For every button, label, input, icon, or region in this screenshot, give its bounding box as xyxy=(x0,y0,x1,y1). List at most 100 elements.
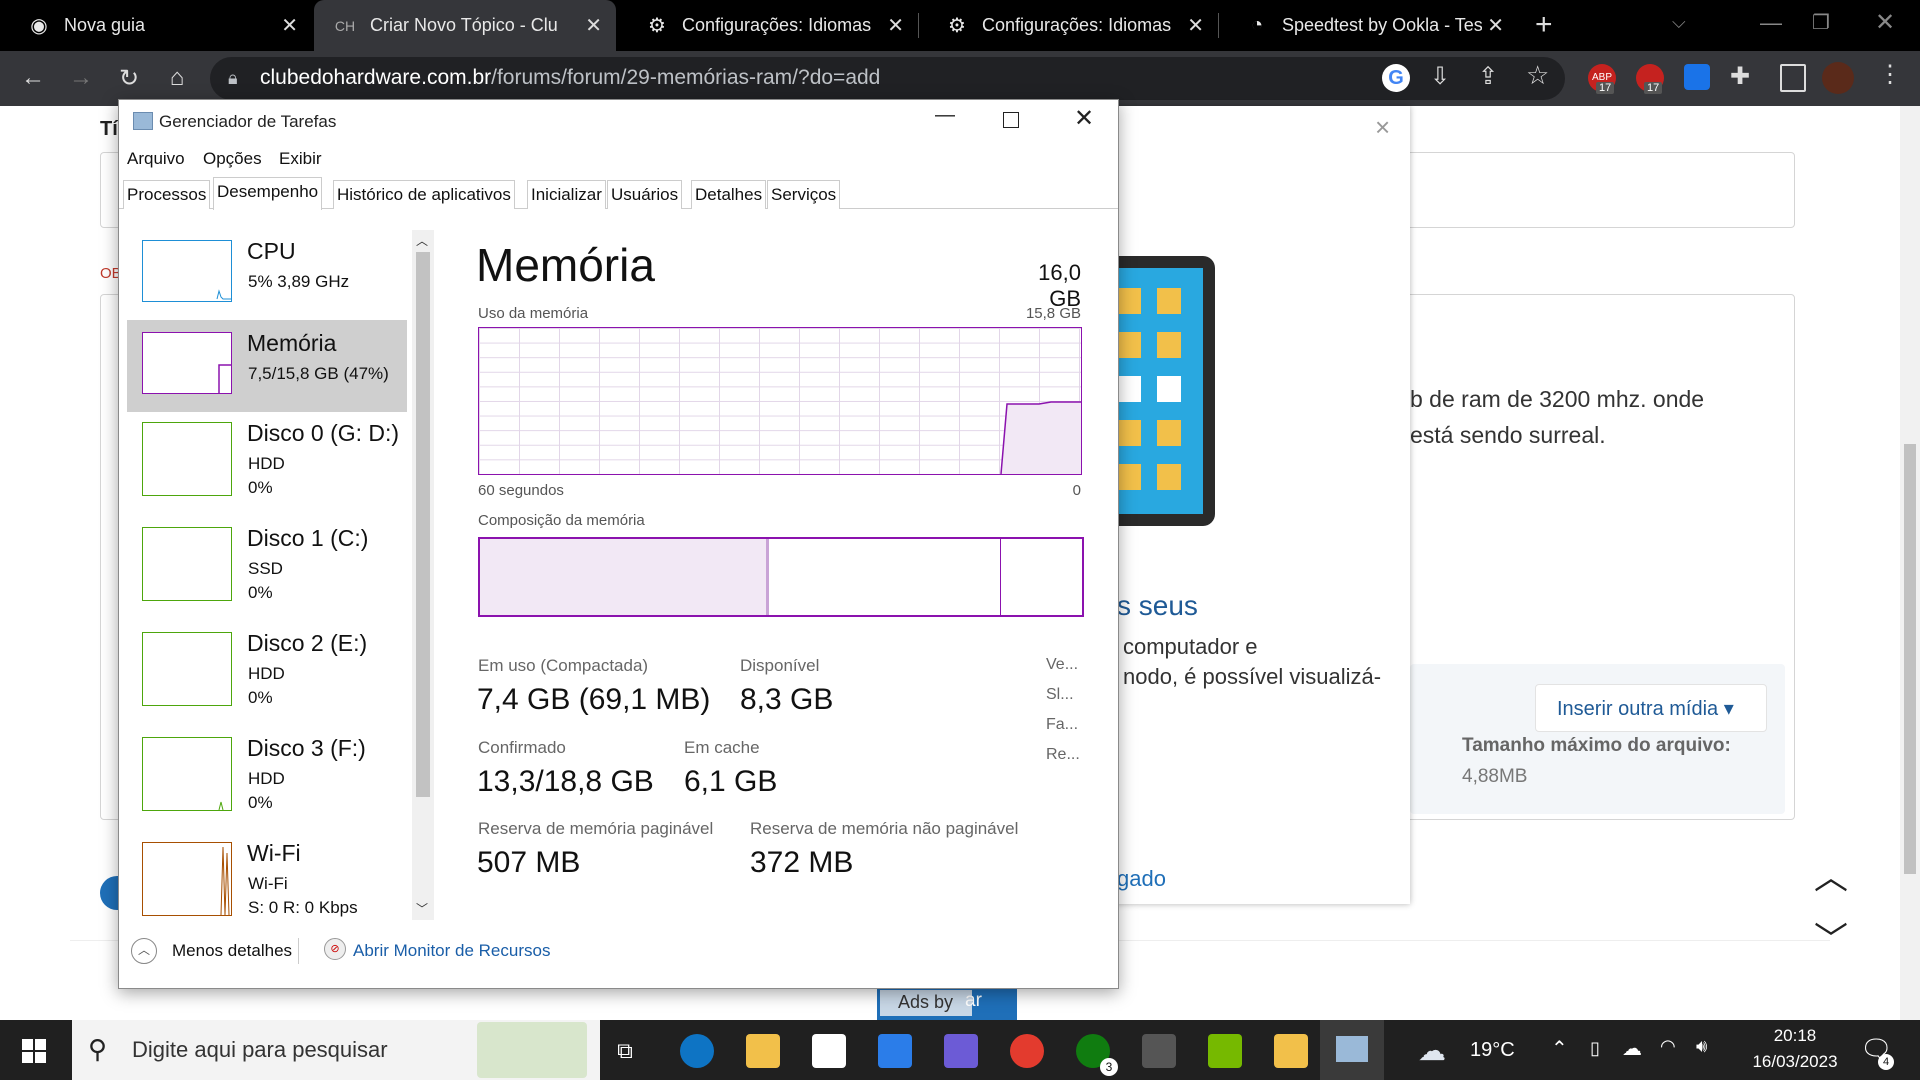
close-icon[interactable]: ✕ xyxy=(1187,13,1204,38)
folder-icon xyxy=(1157,464,1181,490)
scrollbar-thumb[interactable] xyxy=(1904,444,1916,874)
extensions-puzzle-icon[interactable]: ✚ xyxy=(1730,62,1750,91)
sidebar-item-disco-0[interactable]: Disco 0 (G: D:) HDD 0% xyxy=(127,412,407,517)
file-explorer-icon[interactable] xyxy=(746,1034,780,1068)
tab-inicializar[interactable]: Inicializar xyxy=(527,180,606,209)
maximize-icon[interactable] xyxy=(1003,112,1019,128)
minimize-icon[interactable]: — xyxy=(1760,10,1782,36)
browser-tab-5[interactable]: ◔ Speedtest by Ookla - Test ✕ xyxy=(1218,0,1518,51)
scroll-up-icon[interactable]: ︿ xyxy=(416,232,428,249)
memory-thumbnail-graph xyxy=(142,332,232,394)
minimize-icon[interactable]: — xyxy=(935,104,955,127)
sidebar-item-disco-1[interactable]: Disco 1 (C:) SSD 0% xyxy=(127,517,407,622)
copilot-icon[interactable] xyxy=(944,1034,978,1068)
url-domain: clubedohardware.com.br xyxy=(260,66,492,89)
page-scrollbar[interactable] xyxy=(1900,106,1920,1020)
close-icon[interactable]: ✕ xyxy=(281,13,298,38)
side-panel-icon[interactable] xyxy=(1780,64,1806,92)
taskmanager-taskbar-highlight[interactable] xyxy=(1320,1020,1384,1080)
resource-monitor-icon[interactable]: ⊘ xyxy=(324,938,346,960)
sidebar-item-disco-3[interactable]: Disco 3 (F:) HDD 0% xyxy=(127,727,407,832)
wifi-icon[interactable]: ◠ xyxy=(1660,1036,1676,1057)
reload-icon[interactable]: ↻ xyxy=(114,63,144,93)
extension-badge: 17 xyxy=(1596,82,1615,94)
close-icon[interactable]: × xyxy=(1375,112,1390,143)
tab-desempenho[interactable]: Desempenho xyxy=(213,177,323,210)
chrome-taskbar-icon[interactable] xyxy=(1010,1034,1044,1068)
windows-start-icon[interactable] xyxy=(17,1034,51,1068)
sidebar-item-name: Disco 3 (F:) xyxy=(247,735,366,761)
folder-onedrive-icon[interactable] xyxy=(1274,1034,1308,1068)
scrollbar-thumb[interactable] xyxy=(416,252,430,797)
disk-thumbnail-graph xyxy=(142,422,232,496)
sidebar-item-cpu[interactable]: CPU 5% 3,89 GHz xyxy=(127,228,407,320)
browser-tab-2[interactable]: CH Criar Novo Tópico - Clu ✕ xyxy=(314,0,616,51)
clock-time[interactable]: 20:18 xyxy=(1750,1026,1840,1046)
sidebar-item-wifi[interactable]: Wi-Fi Wi-Fi S: 0 R: 0 Kbps xyxy=(127,832,407,918)
taskbar-search-box[interactable]: ⚲ Digite aqui para pesquisar xyxy=(72,1020,600,1080)
sidebar-scrollbar[interactable]: ︿ ﹀ xyxy=(412,230,434,920)
tab-usuarios[interactable]: Usuários xyxy=(607,180,683,209)
less-details-link[interactable]: Menos detalhes xyxy=(172,941,292,961)
nvidia-icon[interactable] xyxy=(1208,1034,1242,1068)
profile-avatar[interactable] xyxy=(1822,62,1854,94)
sidebar-item-name: Disco 1 (C:) xyxy=(247,525,369,551)
close-icon[interactable]: ✕ xyxy=(1487,13,1504,38)
volume-icon[interactable]: 🔊︎ xyxy=(1696,1036,1707,1057)
sidebar-item-name: Memória xyxy=(247,330,337,356)
scroll-down-arrow-icon[interactable]: ﹀ xyxy=(1814,912,1848,961)
weather-cloud-icon[interactable]: ☁ xyxy=(1418,1034,1446,1067)
weather-temperature[interactable]: 19°C xyxy=(1470,1039,1515,1062)
tab-servicos[interactable]: Serviços xyxy=(767,180,841,209)
url-path: /forums/forum/29-memórias-ram/?do=add xyxy=(491,66,881,89)
task-view-icon[interactable]: ⧉ xyxy=(608,1034,642,1068)
sidebar-item-memoria[interactable]: Memória 7,5/15,8 GB (47%) xyxy=(127,320,407,412)
share-icon[interactable]: ⇪ xyxy=(1478,62,1498,91)
forward-icon[interactable]: → xyxy=(66,63,96,93)
menu-arquivo[interactable]: Arquivo xyxy=(127,149,185,169)
google-icon[interactable]: G xyxy=(1382,64,1410,92)
clock-date[interactable]: 16/03/2023 xyxy=(1750,1052,1840,1072)
onedrive-icon[interactable]: ☁ xyxy=(1622,1036,1642,1061)
bookmark-star-icon[interactable]: ☆ xyxy=(1526,60,1549,91)
tray-chevron-up-icon[interactable]: ⌃ xyxy=(1551,1036,1568,1061)
stat-label: Em cache xyxy=(684,738,760,757)
menu-kebab-icon[interactable]: ⋮ xyxy=(1878,60,1902,89)
close-icon[interactable]: ✕ xyxy=(585,13,602,38)
browser-tab-1[interactable]: ◉ Nova guia ✕ xyxy=(0,0,312,51)
disk-thumbnail-graph xyxy=(142,737,232,811)
tab-processos[interactable]: Processos xyxy=(123,180,211,209)
chevron-up-icon[interactable]: ︿ xyxy=(131,938,157,964)
back-icon[interactable]: ← xyxy=(18,63,48,93)
resource-monitor-link[interactable]: Abrir Monitor de Recursos xyxy=(353,941,550,961)
tab-detalhes[interactable]: Detalhes xyxy=(691,180,767,209)
edge-icon[interactable] xyxy=(680,1034,714,1068)
home-icon[interactable]: ⌂ xyxy=(162,63,192,93)
browser-tab-3[interactable]: ⚙ Configurações: Idiomas ✕ xyxy=(618,0,918,51)
browser-tab-4[interactable]: ⚙ Configurações: Idiomas ✕ xyxy=(918,0,1218,51)
microsoft-store-icon[interactable] xyxy=(812,1034,846,1068)
chevron-down-icon[interactable]: ⌵ xyxy=(1672,12,1686,33)
sidebar-item-disco-2[interactable]: Disco 2 (E:) HDD 0% xyxy=(127,622,407,727)
menu-opcoes[interactable]: Opções xyxy=(203,149,262,169)
folder-icon xyxy=(1157,288,1181,314)
close-icon[interactable]: ✕ xyxy=(1074,104,1094,133)
close-window-icon[interactable]: ✕ xyxy=(1875,8,1895,37)
url-text[interactable]: clubedohardware.com.br/forums/forum/29-m… xyxy=(260,66,880,90)
menu-exibir[interactable]: Exibir xyxy=(279,149,322,169)
stat-label: Reserva de memória não paginável xyxy=(750,819,1019,838)
translate-extension-icon[interactable] xyxy=(1684,64,1710,90)
install-icon[interactable]: ⇩ xyxy=(1430,62,1450,91)
tab-historico[interactable]: Histórico de aplicativos xyxy=(333,180,515,209)
mail-icon[interactable] xyxy=(878,1034,912,1068)
scroll-up-arrow-icon[interactable]: ︿ xyxy=(1814,850,1848,899)
new-tab-icon[interactable]: + xyxy=(1535,8,1553,42)
lock-icon[interactable]: 🔒︎ xyxy=(228,68,238,89)
restore-icon[interactable]: ❐ xyxy=(1812,10,1830,35)
scroll-down-icon[interactable]: ﹀ xyxy=(416,900,428,917)
game-app-icon[interactable] xyxy=(1142,1034,1176,1068)
close-icon[interactable]: ✕ xyxy=(887,13,904,38)
phone-link-icon[interactable]: ▯ xyxy=(1590,1038,1600,1059)
media-modal: × s seus computador e nodo, é possível v… xyxy=(1105,106,1410,904)
modal-link[interactable]: gado xyxy=(1117,866,1166,892)
